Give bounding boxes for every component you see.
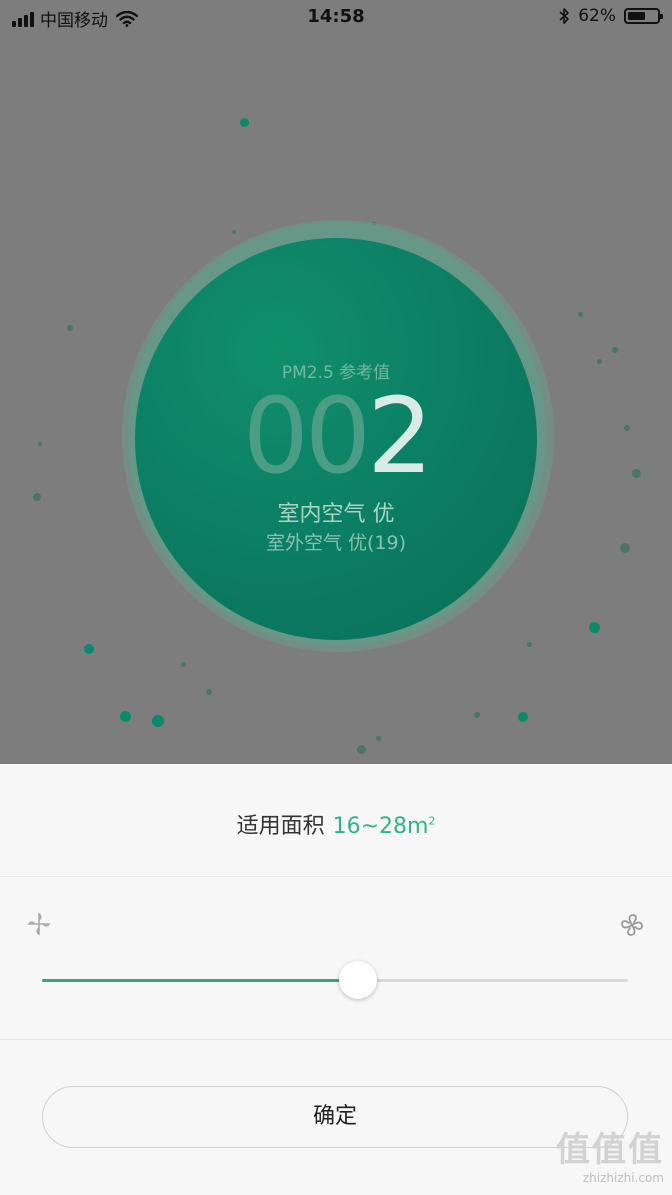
particle bbox=[240, 118, 249, 127]
battery-percent: 62% bbox=[578, 6, 616, 26]
fan-speed-fill bbox=[42, 979, 359, 982]
confirm-button[interactable]: 确定 bbox=[42, 1086, 628, 1148]
particle bbox=[152, 715, 164, 727]
fan-high-icon bbox=[621, 914, 643, 936]
particle bbox=[33, 493, 41, 501]
fan-low-icon bbox=[27, 912, 51, 936]
particle bbox=[624, 425, 630, 431]
status-right: 62% bbox=[558, 6, 663, 26]
particle bbox=[612, 347, 618, 353]
particle bbox=[474, 712, 480, 718]
watermark-url: zhizhizhi.com bbox=[582, 1171, 664, 1185]
particle bbox=[527, 642, 532, 647]
particle bbox=[181, 662, 186, 667]
outdoor-air-status: 室外空气 优(19) bbox=[265, 532, 407, 554]
battery-level bbox=[628, 12, 646, 20]
particle bbox=[518, 712, 528, 722]
fan-speed-row bbox=[0, 877, 672, 1040]
pm25-value: 002 bbox=[135, 378, 537, 494]
particle bbox=[357, 745, 366, 754]
status-bar: 中国移动 14:58 62% bbox=[0, 0, 672, 36]
applicable-area: 适用面积 16~28m2 bbox=[0, 808, 672, 840]
particle bbox=[120, 711, 131, 722]
particle bbox=[578, 312, 583, 317]
air-quality-panel: PM2.5 参考值 002 室内空气 优 室外空气 优(19) 中国移动 14:… bbox=[0, 0, 672, 764]
particle bbox=[632, 469, 641, 478]
particle bbox=[620, 543, 630, 553]
pm25-gauge: PM2.5 参考值 002 室内空气 优 室外空气 优(19) bbox=[135, 238, 537, 640]
particle bbox=[38, 442, 42, 446]
particle bbox=[206, 689, 212, 695]
applicable-area-value: 16~28m2 bbox=[332, 814, 436, 839]
particle bbox=[67, 325, 73, 331]
indoor-air-status: 室内空气 优 bbox=[277, 502, 395, 527]
bluetooth-icon bbox=[559, 8, 570, 24]
applicable-area-row: 适用面积 16~28m2 bbox=[0, 764, 672, 877]
particle bbox=[376, 736, 381, 741]
confirm-area: 确定 值值值 zhizhizhi.com bbox=[0, 1040, 672, 1195]
watermark-logo: 值值值 bbox=[556, 1130, 664, 1170]
fan-speed-track[interactable] bbox=[42, 979, 628, 982]
watermark: 值值值 zhizhizhi.com bbox=[556, 1122, 664, 1185]
applicable-area-label: 适用面积 bbox=[236, 814, 325, 839]
pm25-value-digit: 2 bbox=[367, 375, 433, 497]
particle bbox=[597, 359, 602, 364]
particle bbox=[589, 622, 600, 633]
particle bbox=[84, 644, 94, 654]
pm25-value-leading-zeros: 00 bbox=[242, 375, 371, 497]
fan-speed-slider-thumb[interactable] bbox=[339, 961, 378, 999]
battery-icon bbox=[624, 8, 663, 24]
particle bbox=[232, 230, 236, 234]
